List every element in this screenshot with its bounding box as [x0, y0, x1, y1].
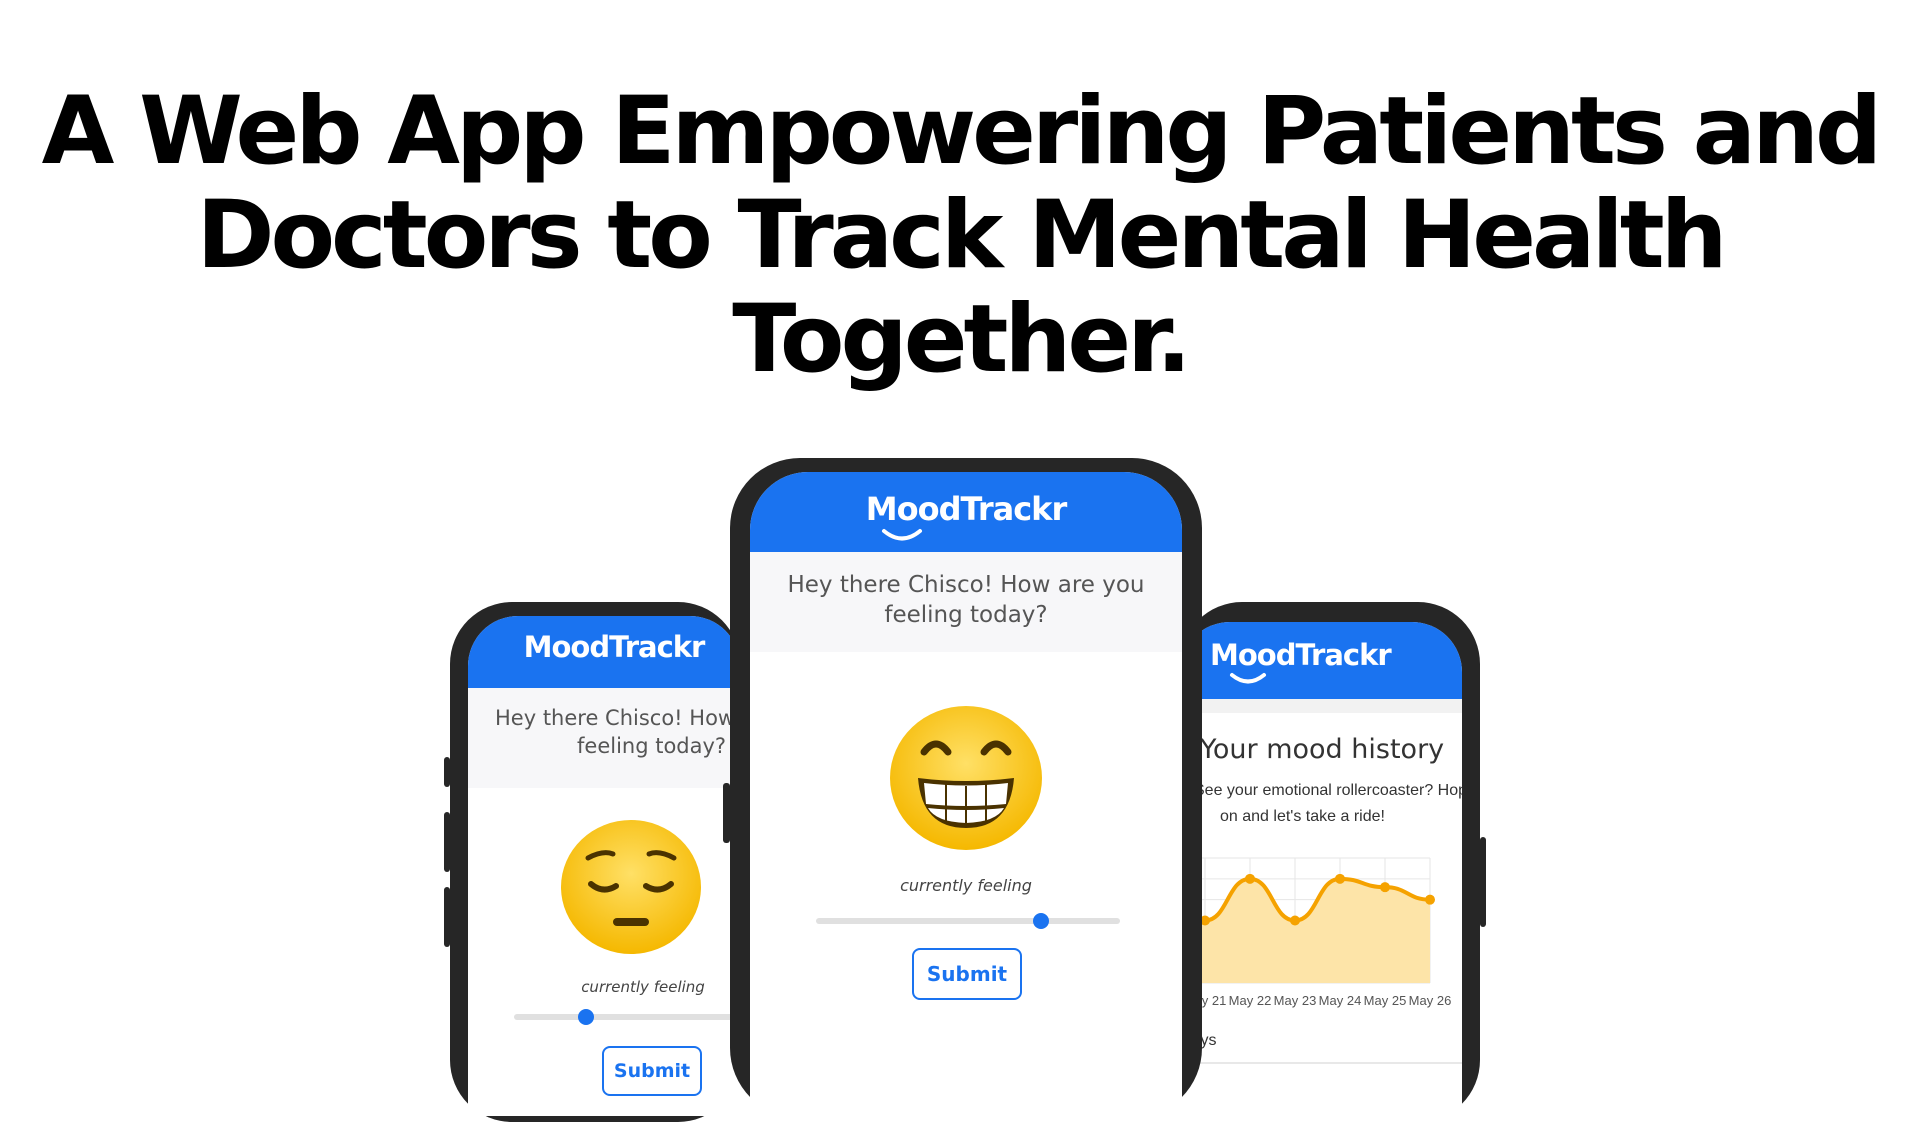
smile-logo-icon: [1230, 673, 1266, 684]
center-greeting-line-2: feeling today?: [884, 602, 1048, 628]
mood-history-subtitle-1: See your emotional rollercoaster? Hop: [1194, 782, 1462, 799]
mood-history-chart: May 20May 21May 22May 23May 24May 25May …: [1180, 857, 1452, 1008]
left-phone-screen: MoodTrackr Hey there Chisco! How are you…: [468, 616, 740, 1116]
headline-line-3: Together.: [732, 285, 1192, 394]
headline-line-1: A Web App Empowering Patients and: [41, 77, 1883, 186]
center-phone-screen: MoodTrackr Hey there Chisco! How are you…: [750, 472, 1182, 1122]
chart-point: [1245, 873, 1255, 884]
chart-x-tick-label: May 23: [1274, 993, 1317, 1008]
smile-logo-icon: [882, 529, 922, 541]
chart-point: [1380, 882, 1390, 893]
chart-point: [1335, 873, 1345, 884]
center-greeting-line-1: Hey there Chisco! How are you: [787, 572, 1145, 598]
center-phone-mockup: MoodTrackr Hey there Chisco! How are you…: [723, 458, 1202, 1122]
left-phone-mockup: MoodTrackr Hey there Chisco! How are you…: [444, 602, 740, 1122]
center-mood-slider[interactable]: [816, 913, 1120, 929]
center-submit-button[interactable]: Submit: [912, 948, 1022, 1000]
pensive-face-emoji: [561, 820, 701, 954]
chart-x-tick-label: May 26: [1409, 993, 1452, 1008]
left-phone-volume-down: [444, 887, 450, 947]
chart-x-tick-label: May 24: [1319, 993, 1362, 1008]
headline: A Web App Empowering Patients and Doctor…: [0, 80, 1920, 392]
center-greeting-box: Hey there Chisco! How are you feeling to…: [750, 552, 1182, 652]
center-slider-thumb[interactable]: [1033, 913, 1049, 929]
chart-x-tick-label: May 25: [1364, 993, 1407, 1008]
left-app-header: MoodTrackr: [468, 616, 740, 688]
right-phone-mockup: MoodTrackr Your mood history See your em…: [1180, 602, 1486, 1122]
grinning-face-emoji: [890, 706, 1042, 850]
center-caption: currently feeling: [900, 876, 1032, 895]
right-phone-screen: MoodTrackr Your mood history See your em…: [1180, 622, 1462, 1122]
center-app-logo: MoodTrackr: [865, 490, 1067, 528]
left-greeting-line-1: Hey there Chisco! How are you: [495, 706, 740, 730]
left-phone-side-button: [444, 757, 450, 787]
left-app-logo: MoodTrackr: [468, 630, 740, 664]
chart-footer-divider: [1180, 1062, 1462, 1064]
left-slider-thumb[interactable]: [578, 1009, 594, 1025]
chart-point: [1425, 894, 1435, 905]
left-greeting-line-2: feeling today?: [577, 734, 727, 758]
left-phone-volume-up: [444, 812, 450, 872]
center-phone-side-button: [723, 783, 730, 843]
right-phone-side-button: [1480, 837, 1486, 927]
mood-history-subtitle-2: on and let's take a ride!: [1220, 808, 1385, 825]
right-app-header: MoodTrackr: [1180, 622, 1462, 699]
left-submit-button[interactable]: Submit: [602, 1046, 702, 1096]
left-caption: currently feeling: [581, 978, 705, 996]
chart-area-fill: [1180, 878, 1430, 983]
mood-history-title: Your mood history: [1200, 734, 1445, 765]
left-greeting-box: Hey there Chisco! How are you feeling to…: [468, 688, 740, 788]
chart-x-tick-label: May 22: [1229, 993, 1272, 1008]
left-mood-slider[interactable]: [514, 1009, 740, 1025]
chart-point: [1290, 915, 1300, 926]
right-header-divider: [1180, 699, 1462, 713]
headline-line-2: Doctors to Track Mental Health: [196, 181, 1727, 290]
right-app-logo: MoodTrackr: [1210, 638, 1392, 672]
center-app-header: MoodTrackr: [750, 472, 1182, 552]
